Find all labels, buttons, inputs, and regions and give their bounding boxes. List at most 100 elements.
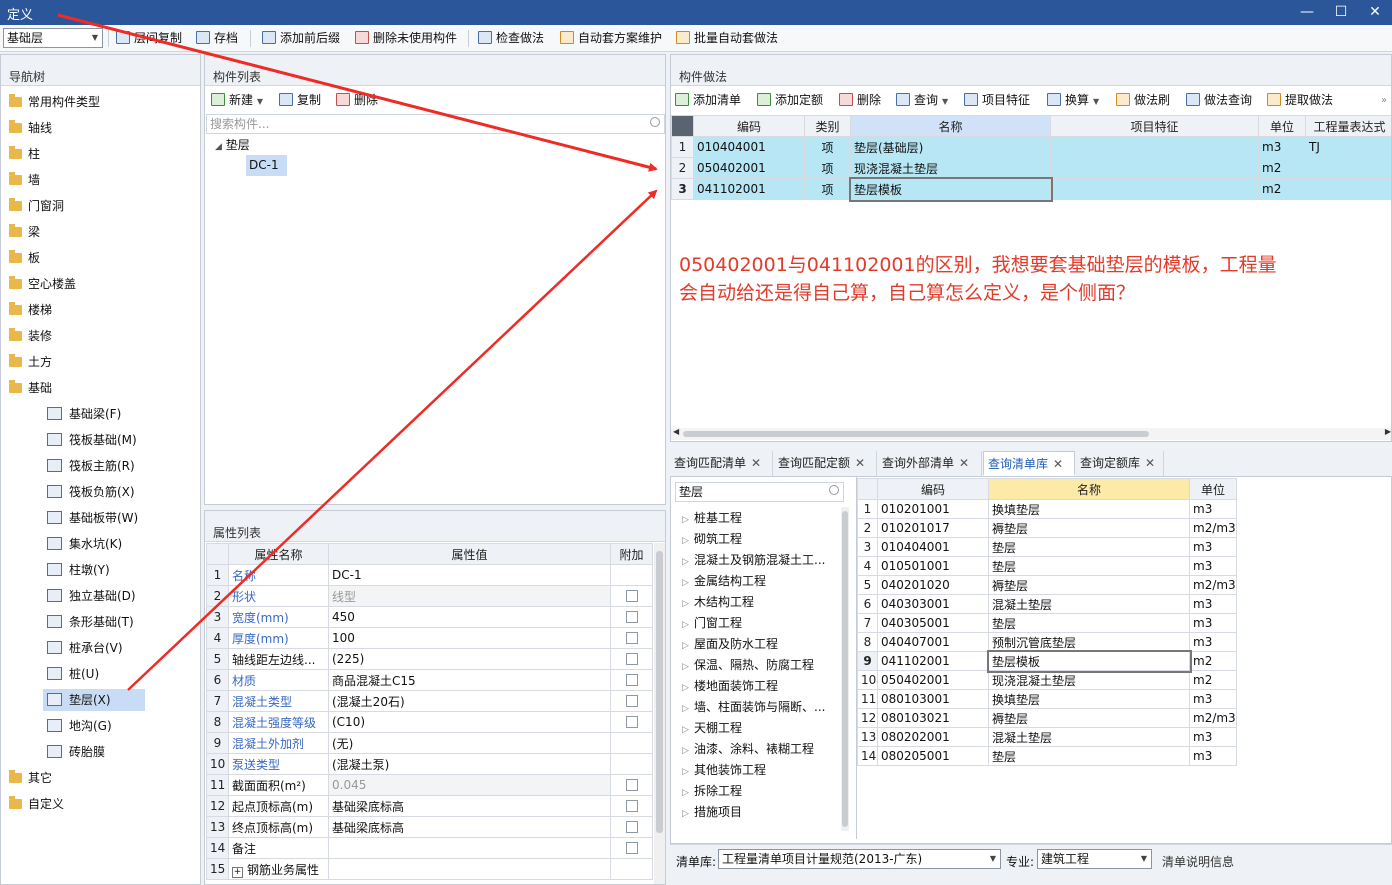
nav-sub-item[interactable]: 筏板基础(M) [43, 429, 137, 451]
method-cell-type[interactable]: 项 [804, 136, 851, 158]
library-cell-code[interactable]: 040303001 [877, 594, 989, 614]
close-tab-icon[interactable]: ✕ [751, 456, 761, 470]
library-tree-item[interactable]: ▷ 混凝土及钢筋混凝土工... [682, 550, 832, 571]
archive-button[interactable]: 存档 [196, 29, 238, 48]
scrollbar-thumb[interactable] [656, 551, 663, 833]
library-cell-code[interactable]: 040201020 [877, 575, 989, 595]
library-cell-unit[interactable]: m2 [1189, 670, 1237, 690]
method-cell-feature[interactable] [1050, 178, 1259, 200]
nav-sub-item[interactable]: 垫层(X) [43, 689, 145, 711]
library-cell-unit[interactable]: m3 [1189, 613, 1237, 633]
attribute-value[interactable]: 0.045 [328, 774, 611, 796]
extra-checkbox[interactable] [625, 611, 638, 623]
library-row[interactable]: 3 010404001 垫层 m3 [857, 537, 1237, 557]
library-cell-code[interactable]: 080205001 [877, 746, 989, 766]
method-button[interactable]: 做法刷 [1116, 91, 1170, 110]
library-cell-name[interactable]: 现浇混凝土垫层 [988, 670, 1190, 690]
attribute-row[interactable]: 5 轴线距左边线... (225) [206, 648, 653, 670]
library-cell-unit[interactable]: m2/m3 [1189, 575, 1237, 595]
library-cell-code[interactable]: 080103021 [877, 708, 989, 728]
expand-icon[interactable]: + [232, 866, 243, 878]
attribute-value[interactable]: (无) [328, 732, 611, 754]
library-row[interactable]: 8 040407001 预制沉管底垫层 m3 [857, 632, 1237, 652]
extra-checkbox[interactable] [625, 674, 638, 686]
tree-group-cushion[interactable]: ◢ 垫层 [215, 135, 250, 155]
extra-checkbox[interactable] [625, 842, 638, 854]
method-row[interactable]: 1 010404001 项垫层(基础层) m3 TJ [671, 136, 1391, 158]
nav-item[interactable]: 楼梯 [9, 299, 52, 321]
method-cell-expr[interactable]: TJ [1305, 136, 1391, 158]
close-button[interactable]: ✕ [1358, 0, 1392, 25]
nav-sub-item[interactable]: 桩(U) [43, 663, 99, 685]
extra-checkbox[interactable] [625, 800, 638, 812]
library-row[interactable]: 10 050402001 现浇混凝土垫层 m2 [857, 670, 1237, 690]
library-row[interactable]: 6 040303001 混凝土垫层 m3 [857, 594, 1237, 614]
library-cell-name[interactable]: 垫层 [988, 556, 1190, 576]
scroll-left-icon[interactable]: ◀ [673, 427, 679, 436]
nav-item[interactable]: 装修 [9, 325, 52, 347]
nav-sub-item[interactable]: 独立基础(D) [43, 585, 136, 607]
maximize-button[interactable]: ☐ [1324, 0, 1358, 25]
library-tree-item[interactable]: ▷ 拆除工程 [682, 781, 832, 802]
nav-sub-item[interactable]: 砖胎膜 [43, 741, 105, 763]
library-tree-item[interactable]: ▷ 桩基工程 [682, 508, 832, 529]
method-button[interactable]: 添加定额 [757, 91, 823, 110]
method-cell-feature[interactable] [1050, 136, 1259, 158]
extra-checkbox[interactable] [625, 821, 638, 833]
method-cell-unit[interactable]: m2 [1258, 178, 1306, 200]
attribute-value[interactable]: 100 [328, 627, 611, 649]
library-row[interactable]: 5 040201020 褥垫层 m2/m3 [857, 575, 1237, 595]
attribute-value[interactable]: (混凝土泵) [328, 753, 611, 775]
attribute-scrollbar[interactable] [654, 543, 665, 884]
library-row[interactable]: 13 080202001 混凝土垫层 m3 [857, 727, 1237, 747]
attribute-row[interactable]: 15 + 钢筋业务属性 [206, 858, 653, 880]
attribute-value[interactable]: 线型 [328, 585, 611, 607]
library-tree-item[interactable]: ▷ 保温、隔热、防腐工程 [682, 655, 832, 676]
library-tree-item[interactable]: ▷ 天棚工程 [682, 718, 832, 739]
method-button[interactable]: 提取做法 [1267, 91, 1333, 110]
library-row[interactable]: 2 010201017 褥垫层 m2/m3 [857, 518, 1237, 538]
attribute-value[interactable]: 基础梁底标高 [328, 795, 611, 817]
library-cell-code[interactable]: 010201001 [877, 499, 989, 519]
minimize-button[interactable]: — [1290, 0, 1324, 25]
auto-scheme-button[interactable]: 自动套方案维护 [560, 29, 662, 48]
library-row[interactable]: 11 080103001 换填垫层 m3 [857, 689, 1237, 709]
nav-sub-item[interactable]: 基础梁(F) [43, 403, 121, 425]
tab-external-list[interactable]: 查询外部清单 ✕ [878, 451, 982, 476]
method-row[interactable]: 2 050402001 项现浇混凝土垫层 m2 [671, 157, 1391, 179]
library-tree-item[interactable]: ▷ 措施项目 [682, 802, 832, 823]
library-cell-name[interactable]: 褥垫层 [988, 518, 1190, 538]
library-tree-item[interactable]: ▷ 其他装饰工程 [682, 760, 832, 781]
method-row[interactable]: 3 041102001 项垫层模板 m2 [671, 176, 1391, 202]
close-tab-icon[interactable]: ✕ [855, 456, 865, 470]
extra-checkbox[interactable] [625, 590, 638, 602]
close-tab-icon[interactable]: ✕ [1053, 457, 1063, 471]
floor-select[interactable]: 基础层 ▼ [3, 28, 103, 48]
list-library-select[interactable]: 工程量清单项目计量规范(2013-广东) ▼ [718, 849, 1001, 869]
nav-sub-item[interactable]: 集水坑(K) [43, 533, 122, 555]
library-cell-name[interactable]: 换填垫层 [988, 499, 1190, 519]
library-cell-name[interactable]: 垫层 [988, 537, 1190, 557]
attribute-row[interactable]: 9 混凝土外加剂 (无) [206, 732, 653, 754]
list-info-button[interactable]: 清单说明信息 [1162, 853, 1234, 870]
attribute-row[interactable]: 13 终点顶标高(m) 基础梁底标高 [206, 816, 653, 838]
attribute-row[interactable]: 7 混凝土类型 (混凝土20石) [206, 690, 653, 712]
nav-item[interactable]: 自定义 [9, 793, 64, 815]
nav-item[interactable]: 柱 [9, 143, 40, 165]
library-row[interactable]: 4 010501001 垫层 m3 [857, 556, 1237, 576]
library-tree-item[interactable]: ▷ 墙、柱面装饰与隔断、... [682, 697, 832, 718]
tree-item-dc1[interactable]: DC-1 [246, 155, 287, 176]
extra-checkbox[interactable] [625, 653, 638, 665]
attribute-value[interactable]: (混凝土20石) [328, 690, 611, 712]
attribute-row[interactable]: 3 宽度(mm) 450 [206, 606, 653, 628]
attribute-value[interactable]: 基础梁底标高 [328, 816, 611, 838]
library-row[interactable]: 14 080205001 垫层 m3 [857, 746, 1237, 766]
delete-component-button[interactable]: 删除 [336, 91, 378, 110]
hscrollbar-thumb[interactable] [683, 431, 1149, 437]
library-tree-item[interactable]: ▷ 楼地面装饰工程 [682, 676, 832, 697]
nav-item[interactable]: 板 [9, 247, 40, 269]
attribute-value[interactable] [328, 837, 611, 859]
nav-sub-item[interactable]: 筏板负筋(X) [43, 481, 135, 503]
nav-sub-item[interactable]: 柱墩(Y) [43, 559, 110, 581]
library-cell-unit[interactable]: m3 [1189, 556, 1237, 576]
